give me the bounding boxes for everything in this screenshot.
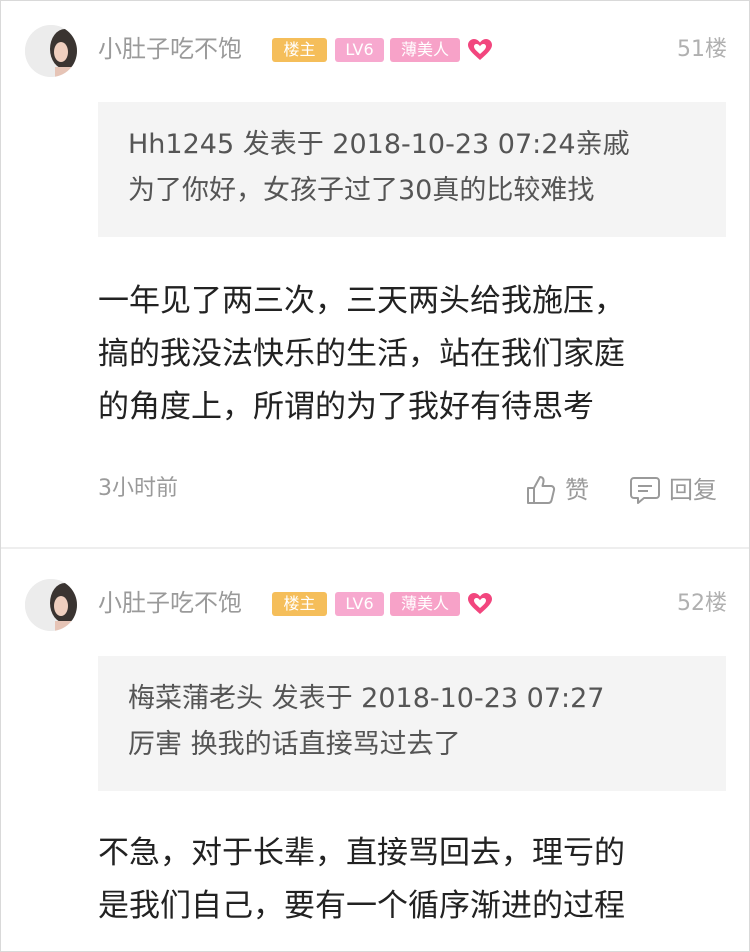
reply-label: 回复: [669, 476, 717, 504]
comment-text-line: 不急，对于长辈，直接骂回去，理亏的: [98, 835, 625, 871]
quote-line: 为了你好，女孩子过了30真的比较难找: [128, 175, 595, 206]
heart-icon: [468, 593, 492, 614]
title-badge: 薄美人: [390, 592, 460, 616]
reply-button[interactable]: 回复: [629, 473, 717, 507]
level-badge: LV6: [335, 592, 384, 616]
comment-text-line: 是我们自己，要有一个循序渐进的过程: [98, 888, 625, 924]
owner-badge: 楼主: [272, 592, 327, 616]
comment-text-line: 的角度上，所谓的为了我好有待思考: [98, 389, 594, 425]
username[interactable]: 小肚子吃不饱: [98, 588, 242, 618]
level-badge: LV6: [335, 38, 384, 62]
comment-item: 小肚子吃不饱 楼主 LV6 薄美人 51楼 Hh1245 发表于 2018-10…: [1, 1, 749, 547]
owner-badge: 楼主: [272, 38, 327, 62]
username[interactable]: 小肚子吃不饱: [98, 34, 242, 64]
avatar-image: [25, 579, 77, 631]
comment-text-line: 一年见了两三次，三天两头给我施压，: [98, 283, 625, 319]
quoted-comment[interactable]: Hh1245 发表于 2018-10-23 07:24亲戚 为了你好，女孩子过了…: [98, 102, 726, 237]
avatar[interactable]: [25, 25, 77, 77]
quoted-comment[interactable]: 梅菜蒲老头 发表于 2018-10-23 07:27 厉害 换我的话直接骂过去了: [98, 656, 726, 791]
quote-line: Hh1245 发表于 2018-10-23 07:24亲戚: [128, 129, 630, 160]
floor-number: 51楼: [677, 37, 727, 62]
title-badge: 薄美人: [390, 38, 460, 62]
avatar[interactable]: [25, 579, 77, 631]
avatar-image: [25, 25, 77, 77]
like-button[interactable]: 赞: [525, 473, 589, 507]
heart-icon: [468, 39, 492, 60]
quote-line: 梅菜蒲老头 发表于 2018-10-23 07:27: [128, 683, 605, 714]
comment-item: 小肚子吃不饱 楼主 LV6 薄美人 52楼 梅菜蒲老头 发表于 2018-10-…: [1, 549, 749, 951]
floor-number: 52楼: [677, 591, 727, 616]
comment-bubble-icon: [630, 477, 660, 504]
quote-line: 厉害 换我的话直接骂过去了: [128, 729, 461, 760]
timestamp: 3小时前: [98, 476, 178, 501]
like-label: 赞: [565, 476, 589, 504]
comment-thread: 小肚子吃不饱 楼主 LV6 薄美人 51楼 Hh1245 发表于 2018-10…: [0, 0, 750, 952]
thumbs-up-icon: [527, 476, 556, 504]
comment-text-line: 搞的我没法快乐的生活，站在我们家庭: [98, 336, 625, 372]
